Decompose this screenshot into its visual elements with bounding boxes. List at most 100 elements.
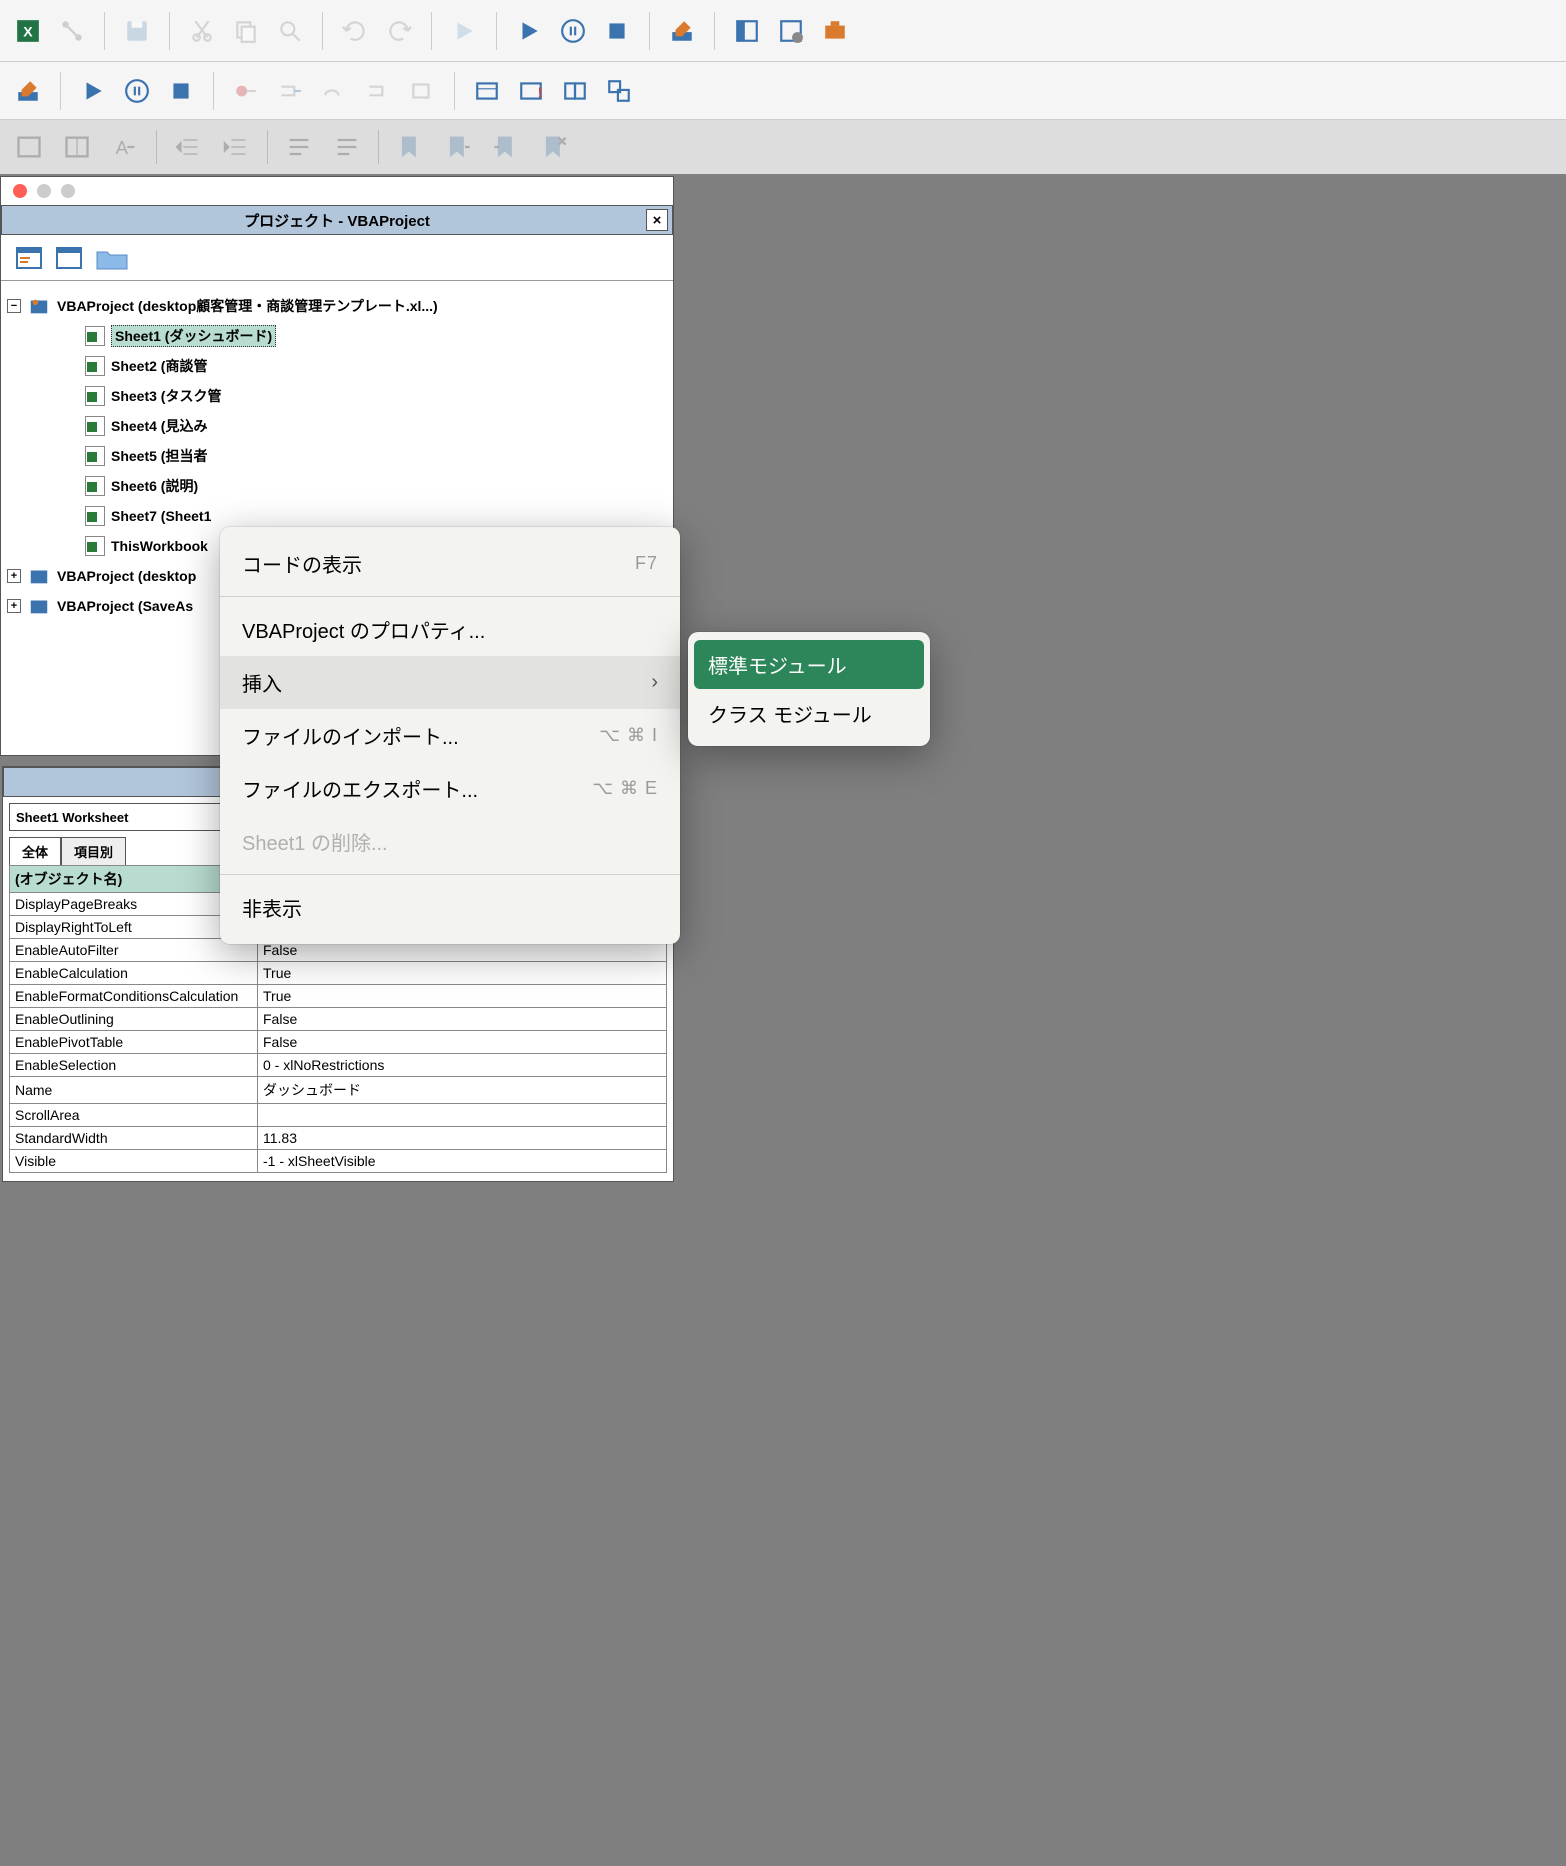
property-row[interactable]: EnableFormatConditionsCalculationTrue [10, 985, 667, 1008]
max-dot-icon[interactable] [61, 184, 75, 198]
ctx-hide[interactable]: 非表示 [220, 881, 680, 934]
property-value[interactable]: 0 - xlNoRestrictions [258, 1054, 667, 1077]
property-name: EnableFormatConditionsCalculation [10, 985, 258, 1008]
property-row[interactable]: EnableOutliningFalse [10, 1008, 667, 1031]
property-value[interactable] [258, 1104, 667, 1127]
ctx-import-file[interactable]: ファイルのインポート... ⌥ ⌘ I [220, 709, 680, 762]
view-object-icon[interactable] [55, 244, 83, 272]
run-to-cursor-icon[interactable] [404, 73, 440, 109]
toolbox-icon[interactable] [817, 13, 853, 49]
properties-window-icon[interactable] [773, 13, 809, 49]
sheet-icon [85, 476, 105, 496]
folder-icon[interactable] [95, 244, 129, 272]
copy-icon[interactable] [228, 13, 264, 49]
property-row[interactable]: Visible-1 - xlSheetVisible [10, 1150, 667, 1173]
tree-item-sheet1[interactable]: Sheet1 (ダッシュボード) [7, 321, 667, 351]
separator [220, 596, 680, 597]
run-icon-2[interactable] [75, 73, 111, 109]
property-value[interactable]: False [258, 1008, 667, 1031]
expand-icon[interactable]: + [7, 569, 21, 583]
immediate-window-icon[interactable]: ! [513, 73, 549, 109]
list-members-icon[interactable] [12, 130, 46, 164]
param-info-icon[interactable] [60, 130, 94, 164]
prev-bookmark-icon[interactable] [489, 130, 523, 164]
property-row[interactable]: Nameダッシュボード [10, 1077, 667, 1104]
tree-root[interactable]: − VBAProject (desktop顧客管理・商談管理テンプレート.xl.… [7, 291, 667, 321]
property-row[interactable]: StandardWidth11.83 [10, 1127, 667, 1150]
call-stack-icon[interactable] [601, 73, 637, 109]
tree-item-sheet4[interactable]: Sheet4 (見込み [7, 411, 667, 441]
property-name: EnableCalculation [10, 962, 258, 985]
project-explorer-icon[interactable] [729, 13, 765, 49]
ctx-export-file[interactable]: ファイルのエクスポート... ⌥ ⌘ E [220, 762, 680, 815]
property-row[interactable]: EnablePivotTableFalse [10, 1031, 667, 1054]
property-row[interactable]: EnableSelection0 - xlNoRestrictions [10, 1054, 667, 1077]
close-dot-icon[interactable] [13, 184, 27, 198]
ctx-insert[interactable]: 挿入 › [220, 656, 680, 709]
tab-by-category[interactable]: 項目別 [61, 837, 126, 865]
run-icon[interactable] [511, 13, 547, 49]
property-value[interactable]: False [258, 1031, 667, 1054]
property-value[interactable]: True [258, 985, 667, 1008]
tree-item-sheet3[interactable]: Sheet3 (タスク管 [7, 381, 667, 411]
expand-icon[interactable]: + [7, 599, 21, 613]
view-code-icon[interactable] [15, 244, 43, 272]
sheet-icon [85, 356, 105, 376]
comment-block-icon[interactable] [282, 130, 316, 164]
ctx-view-code[interactable]: コードの表示 F7 [220, 537, 680, 590]
step-out-icon[interactable] [360, 73, 396, 109]
outdent-icon[interactable] [219, 130, 253, 164]
pause-icon-2[interactable] [119, 73, 155, 109]
sheet-icon [85, 326, 105, 346]
project-icon [27, 565, 51, 587]
property-name: Name [10, 1077, 258, 1104]
step-into-icon[interactable] [272, 73, 308, 109]
min-dot-icon[interactable] [37, 184, 51, 198]
sheet-icon [85, 386, 105, 406]
stop-icon-2[interactable] [163, 73, 199, 109]
toolbar-row-2: ! [0, 62, 1566, 120]
breakpoint-icon[interactable] [228, 73, 264, 109]
undo-icon[interactable] [337, 13, 373, 49]
save-icon[interactable] [119, 13, 155, 49]
submenu-standard-module[interactable]: 標準モジュール [694, 640, 924, 689]
panel-close-button[interactable]: × [646, 209, 668, 231]
property-value[interactable]: True [258, 962, 667, 985]
stop-icon[interactable] [599, 13, 635, 49]
property-value[interactable]: -1 - xlSheetVisible [258, 1150, 667, 1173]
property-name: StandardWidth [10, 1127, 258, 1150]
quick-info-icon[interactable]: A [108, 130, 142, 164]
clear-bookmarks-icon[interactable] [537, 130, 571, 164]
project-icon [27, 595, 51, 617]
design-mode-icon[interactable] [664, 13, 700, 49]
run-small-icon[interactable] [446, 13, 482, 49]
redo-icon[interactable] [381, 13, 417, 49]
watch-window-icon[interactable] [557, 73, 593, 109]
find-icon[interactable] [272, 13, 308, 49]
insert-submenu: 標準モジュール クラス モジュール [688, 632, 930, 746]
indent-icon[interactable] [171, 130, 205, 164]
step-over-icon[interactable] [316, 73, 352, 109]
cut-icon[interactable] [184, 13, 220, 49]
excel-icon[interactable]: X [10, 13, 46, 49]
pause-icon[interactable] [555, 13, 591, 49]
window-controls [1, 177, 673, 205]
property-value[interactable]: 11.83 [258, 1127, 667, 1150]
submenu-class-module[interactable]: クラス モジュール [688, 689, 930, 738]
tab-all[interactable]: 全体 [9, 837, 61, 865]
project-icon [27, 295, 51, 317]
design-toggle-icon[interactable] [10, 73, 46, 109]
tree-item-sheet6[interactable]: Sheet6 (説明) [7, 471, 667, 501]
uncomment-block-icon[interactable] [330, 130, 364, 164]
locals-window-icon[interactable] [469, 73, 505, 109]
property-row[interactable]: ScrollArea [10, 1104, 667, 1127]
property-value[interactable]: ダッシュボード [258, 1077, 667, 1104]
settings-icon[interactable] [54, 13, 90, 49]
tree-item-sheet5[interactable]: Sheet5 (担当者 [7, 441, 667, 471]
ctx-properties[interactable]: VBAProject のプロパティ... [220, 603, 680, 656]
next-bookmark-icon[interactable] [441, 130, 475, 164]
collapse-icon[interactable]: − [7, 299, 21, 313]
toggle-bookmark-icon[interactable] [393, 130, 427, 164]
property-row[interactable]: EnableCalculationTrue [10, 962, 667, 985]
tree-item-sheet2[interactable]: Sheet2 (商談管 [7, 351, 667, 381]
